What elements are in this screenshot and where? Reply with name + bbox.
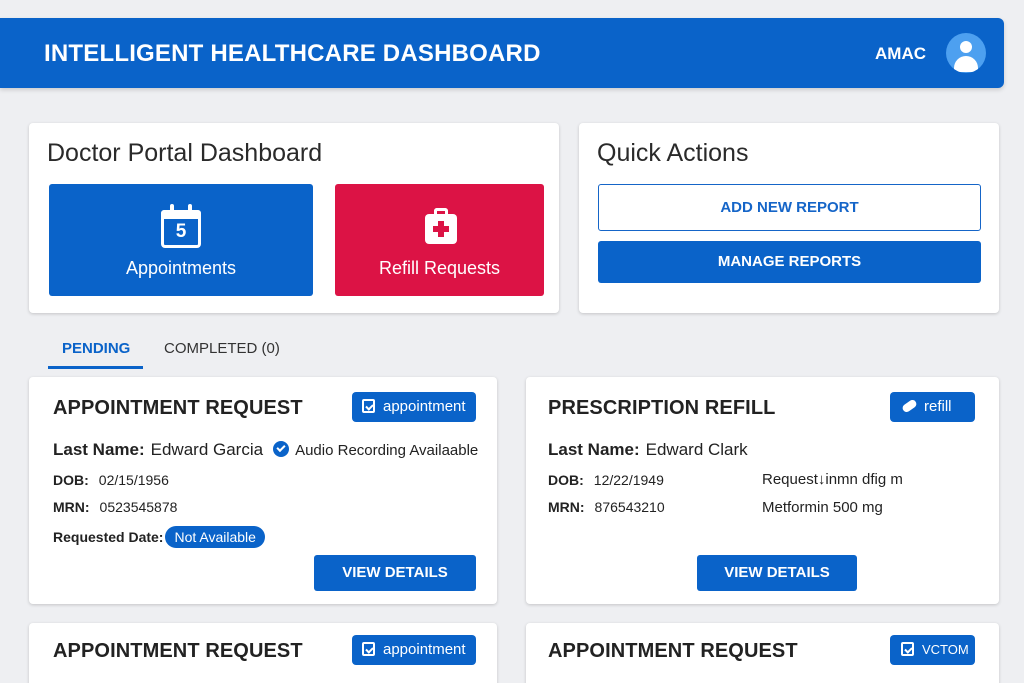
dob-row: DOB: 12/22/1949 xyxy=(548,472,664,488)
quick-actions-panel: Quick Actions ADD NEW REPORT MANAGE REPO… xyxy=(579,123,999,313)
mrn-value: 0523545878 xyxy=(99,499,178,515)
manage-reports-button[interactable]: MANAGE REPORTS xyxy=(598,241,981,283)
add-new-report-button[interactable]: ADD NEW REPORT xyxy=(598,184,981,231)
calendar-icon: 5 xyxy=(161,204,201,248)
mrn-row: MRN: 876543210 xyxy=(548,499,665,515)
card-title: APPOINTMENT REQUEST xyxy=(548,640,798,662)
refill-requests-tile[interactable]: Refill Requests xyxy=(335,184,544,296)
card-title: APPOINTMENT REQUEST xyxy=(53,397,303,419)
mrn-value: 876543210 xyxy=(594,499,665,515)
view-details-button[interactable]: VIEW DETAILS xyxy=(314,555,476,591)
medical-kit-icon xyxy=(425,208,457,246)
check-circle-icon xyxy=(273,441,290,458)
user-avatar-icon[interactable] xyxy=(946,33,986,73)
prescription-refill-card: PRESCRIPTION REFILL refill Last Name: Edw… xyxy=(526,377,999,604)
patient-name: Edward Clark xyxy=(645,440,748,459)
last-name-row: Last Name: Edward Garcia Audio Recording A… xyxy=(53,440,479,459)
portal-title: Doctor Portal Dashboard xyxy=(47,139,323,167)
tab-completed[interactable]: COMPLETED (0) xyxy=(164,340,280,357)
medication-text: Metformin 500 mg xyxy=(762,499,883,516)
view-details-button[interactable]: VIEW DETAILS xyxy=(697,555,857,591)
pill-icon xyxy=(901,397,918,414)
appointment-request-card: APPOINTMENT REQUEST VCTOM xyxy=(526,623,999,683)
calendar-check-icon xyxy=(901,642,914,657)
app-title: INTELLIGENT HEALTHCARE DASHBOARD xyxy=(44,40,541,67)
refill-requests-label: Refill Requests xyxy=(378,258,501,278)
calendar-check-icon xyxy=(362,398,375,413)
active-tab-indicator xyxy=(48,366,143,369)
refill-badge: refill xyxy=(890,392,975,422)
appointment-request-card: APPOINTMENT REQUEST appointment Last Nam… xyxy=(29,377,497,604)
card-title: APPOINTMENT REQUEST xyxy=(53,640,303,662)
dob-value: 12/22/1949 xyxy=(593,472,664,488)
request-text: Request↓inmn dfig m xyxy=(762,471,903,488)
status-badge: Not Available xyxy=(165,526,265,548)
patient-name: Edward Garcia xyxy=(150,440,264,459)
user-name[interactable]: AMAC xyxy=(875,44,926,64)
card-title: PRESCRIPTION REFILL xyxy=(548,397,776,419)
appointment-badge: appointment xyxy=(352,392,476,422)
dob-row: DOB: 02/15/1956 xyxy=(53,472,169,488)
top-navigation-bar: INTELLIGENT HEALTHCARE DASHBOARD AMAC xyxy=(0,18,1004,88)
type-badge: VCTOM xyxy=(890,635,975,665)
last-name-row: Last Name: Edward Clark xyxy=(548,440,748,459)
appointments-tile[interactable]: 5 Appointments xyxy=(49,184,313,296)
dob-value: 02/15/1956 xyxy=(98,472,169,488)
calendar-check-icon xyxy=(362,641,375,656)
appointment-badge: appointment xyxy=(352,635,476,665)
appointments-label: Appointments xyxy=(125,258,237,278)
tab-pending[interactable]: PENDING xyxy=(62,340,130,357)
appointments-count: 5 xyxy=(175,221,187,242)
audio-recording-status: Audio Recording Availaable xyxy=(295,442,479,459)
quick-actions-title: Quick Actions xyxy=(597,139,749,167)
doctor-portal-panel: Doctor Portal Dashboard 5 Appointments R… xyxy=(29,123,559,313)
mrn-row: MRN: 0523545878 xyxy=(53,499,178,515)
appointment-request-card: APPOINTMENT REQUEST appointment xyxy=(29,623,497,683)
requested-date-row: Requested Date: Not Available xyxy=(53,526,265,548)
